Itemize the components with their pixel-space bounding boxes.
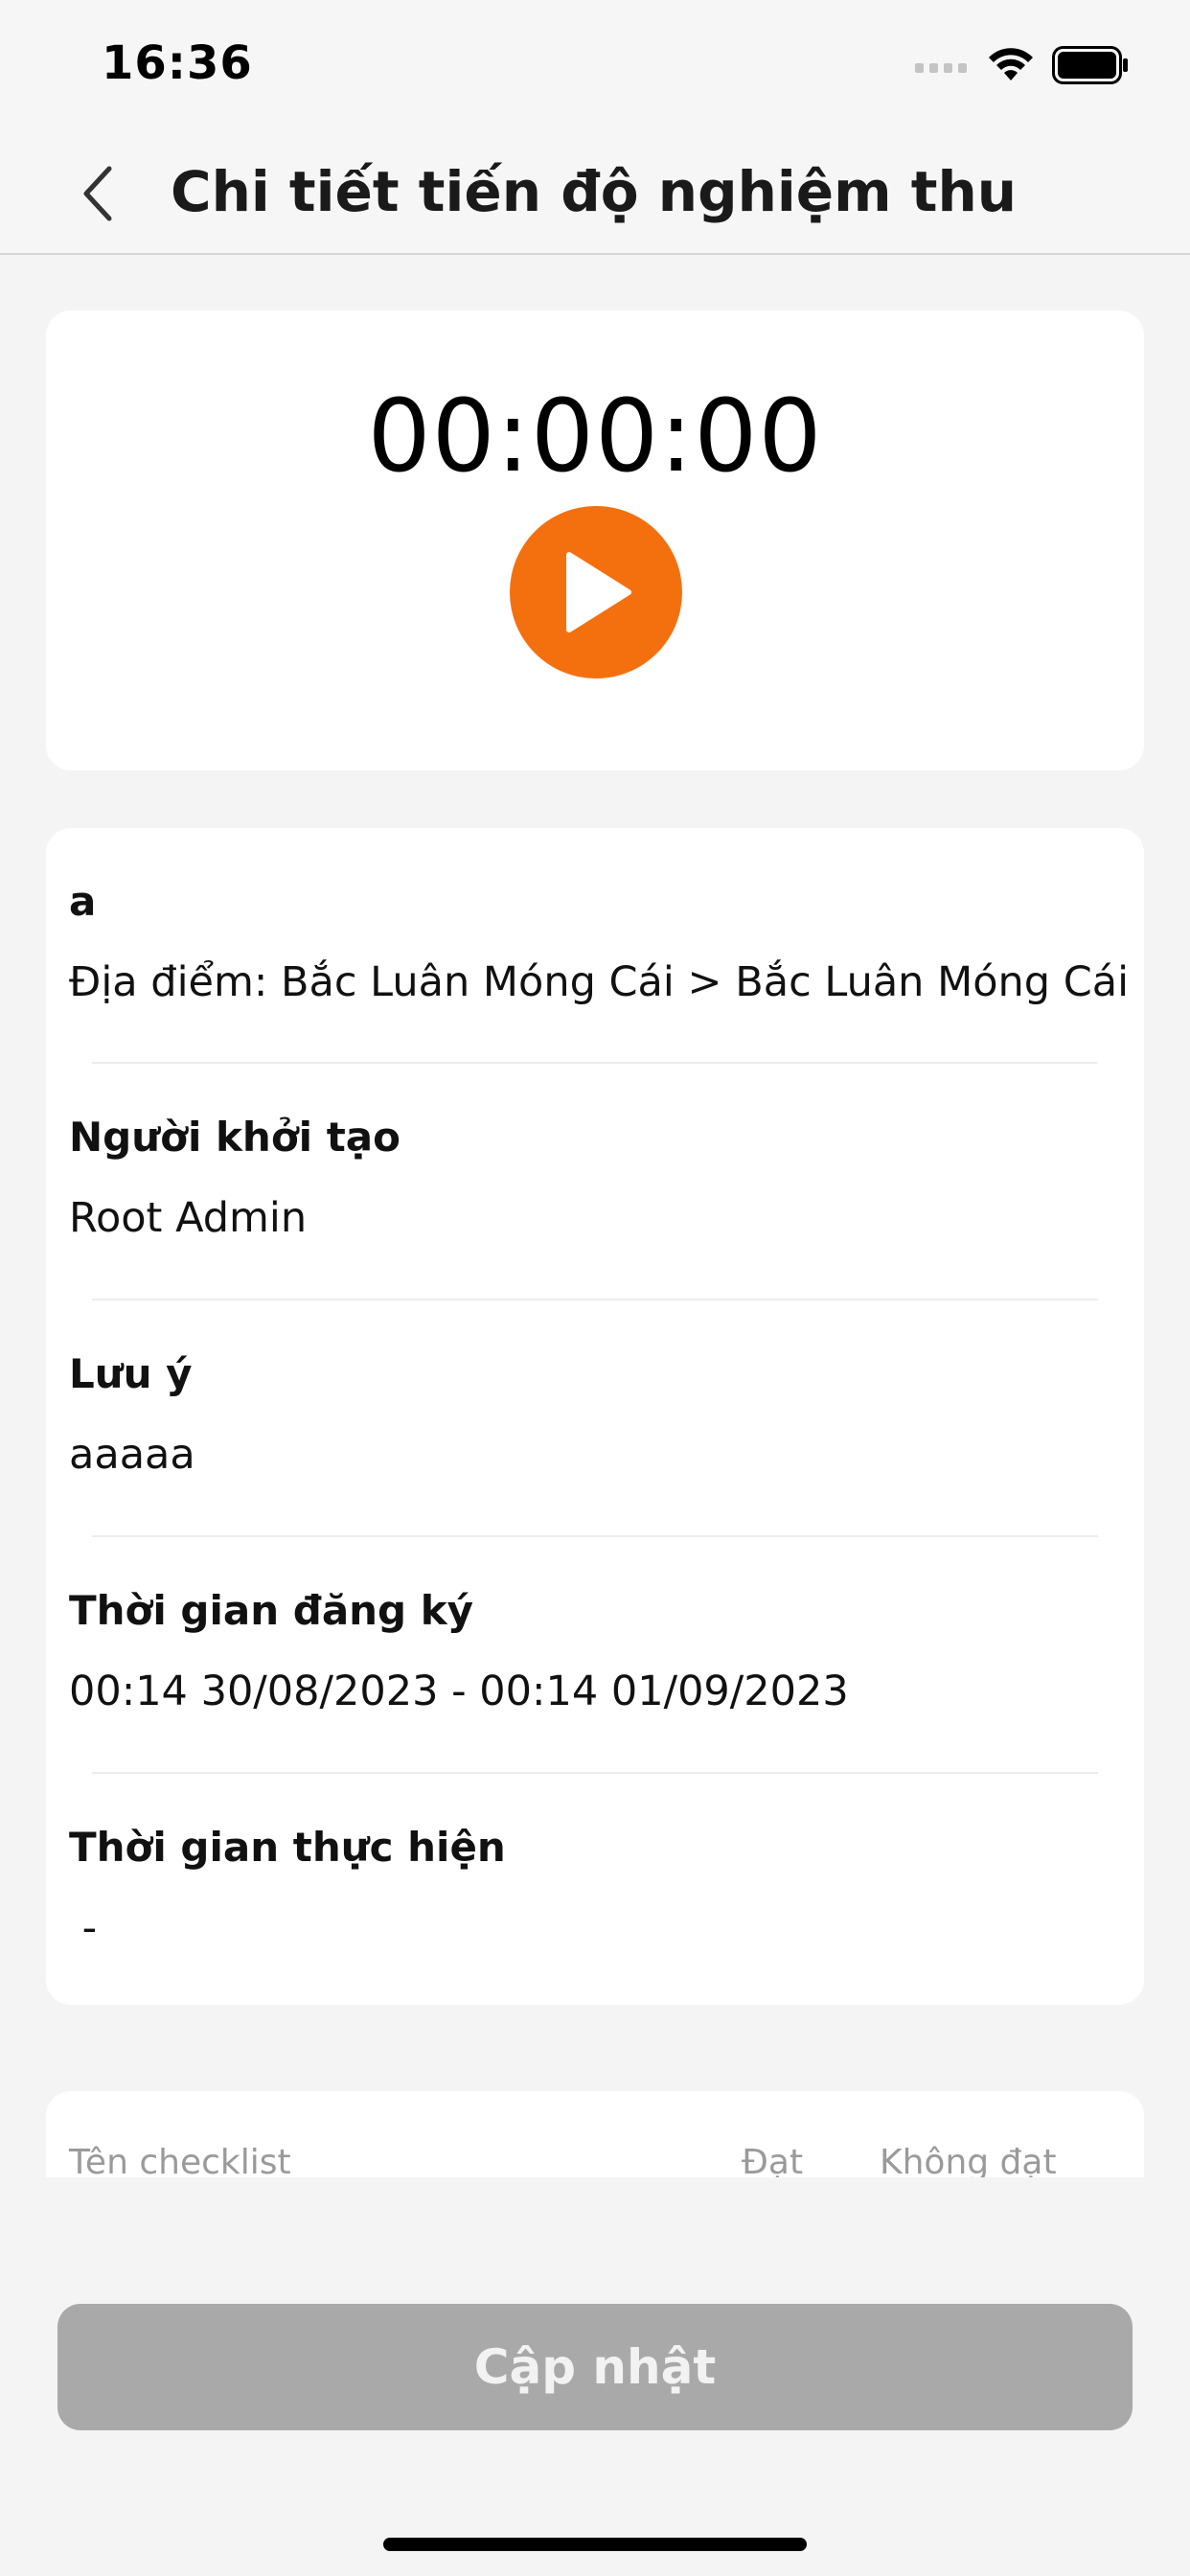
chevron-left-icon [83,166,112,221]
timer-display: 00:00:00 [367,378,823,494]
timer-card: 00:00:00 [46,310,1144,770]
actual-time-label: Thời gian thực hiện [69,1824,506,1871]
creator-label: Người khởi tạo [69,1114,400,1161]
creator-value: Root Admin [69,1194,308,1242]
page-title: Chi tiết tiến độ nghiệm thu [171,159,1018,224]
footer: Cập nhật [0,2177,1190,2576]
checklist-fail-header: Không đạt [880,2143,1057,2177]
checklist-pass-header: Đạt [742,2143,804,2177]
battery-icon [1052,46,1128,84]
divider [92,1062,1098,1064]
play-icon [566,552,631,632]
navigation-bar: Chi tiết tiến độ nghiệm thu [0,134,1190,255]
details-card: a Địa điểm: Bắc Luân Móng Cái > Bắc Luân… [46,828,1144,2005]
status-bar: 16:36 [0,0,1190,134]
wifi-icon [989,48,1033,80]
divider [92,1772,1098,1774]
registered-time-value: 00:14 30/08/2023 - 00:14 01/09/2023 [69,1668,849,1715]
actual-time-value: - [69,1904,98,1952]
checklist-name-header: Tên checklist [69,2143,291,2177]
divider [92,1299,1098,1300]
task-name: a [69,878,97,925]
registered-time-label: Thời gian đăng ký [69,1587,474,1634]
update-button[interactable]: Cập nhật [57,2304,1133,2430]
checklist-card: Tên checklist Đạt Không đạt [46,2091,1144,2177]
location-text: Địa điểm: Bắc Luân Móng Cái > Bắc Luân M… [69,958,1130,1006]
back-button[interactable] [67,155,128,232]
status-time: 16:36 [102,36,253,90]
note-value: aaaaa [69,1431,195,1479]
note-label: Lưu ý [69,1350,193,1397]
home-indicator [383,2538,807,2551]
play-button[interactable] [510,506,682,678]
cellular-signal-icon [915,63,967,73]
divider [92,1535,1098,1537]
